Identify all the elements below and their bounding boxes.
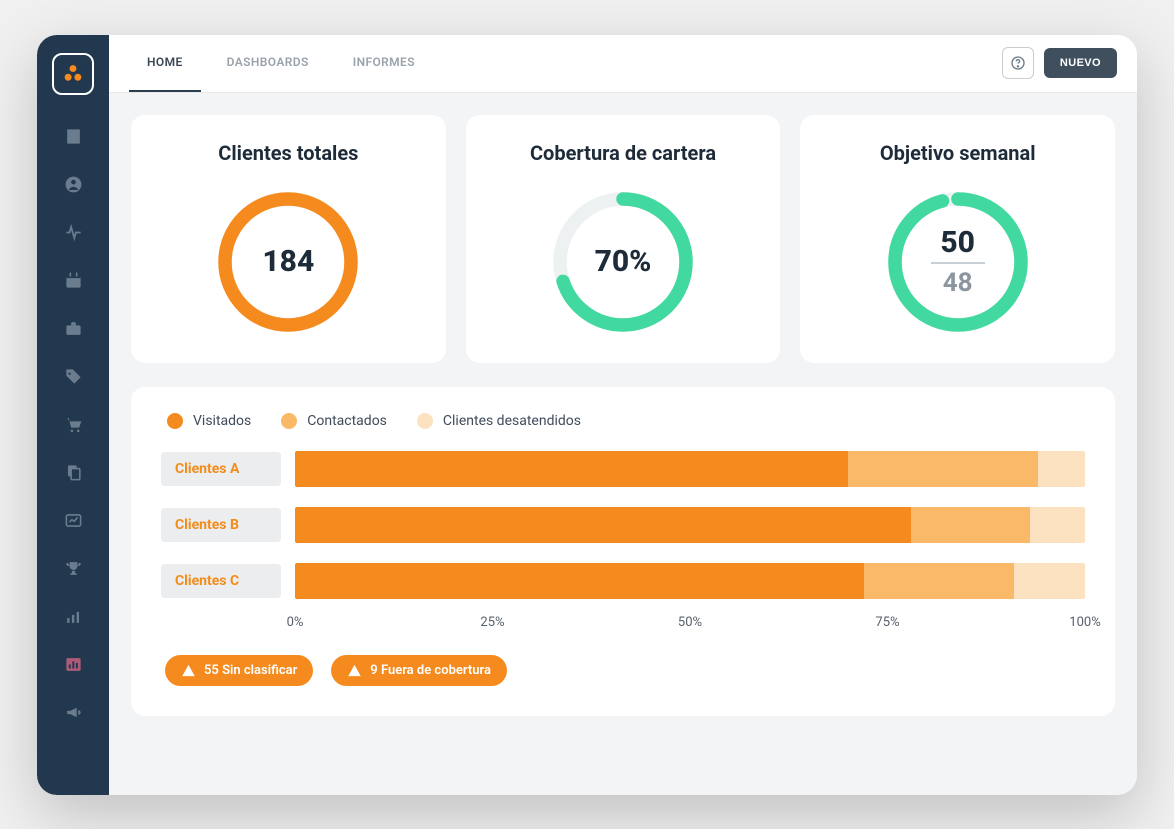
- bar-row: Clientes A: [161, 451, 1085, 487]
- bar-track: [295, 507, 1085, 543]
- main: HOME DASHBOARDS INFORMES NUEVO Clientes …: [109, 35, 1137, 795]
- card-coverage: Cobertura de cartera 70%: [466, 115, 781, 363]
- weekly-target: 50: [940, 225, 975, 260]
- help-icon: [1010, 55, 1026, 71]
- nav-cart-icon[interactable]: [53, 405, 93, 445]
- axis-tick: 50%: [678, 615, 702, 630]
- nav-user-icon[interactable]: [53, 165, 93, 205]
- warning-icon: [347, 663, 362, 678]
- tab-reports[interactable]: INFORMES: [335, 35, 433, 93]
- nav-company-icon[interactable]: [53, 117, 93, 157]
- card-title: Cobertura de cartera: [530, 141, 716, 165]
- app-logo[interactable]: [52, 53, 94, 95]
- bar-segment: [848, 451, 1038, 487]
- bar-label: Clientes B: [161, 508, 281, 542]
- nav-megaphone-icon[interactable]: [53, 693, 93, 733]
- card-title: Objetivo semanal: [880, 141, 1036, 165]
- nav-activity-icon[interactable]: [53, 213, 93, 253]
- nav-trophy-icon[interactable]: [53, 549, 93, 589]
- legend-contacted: Contactados: [281, 413, 387, 429]
- bar-segment: [1014, 563, 1085, 599]
- bar-track: [295, 451, 1085, 487]
- axis-tick: 100%: [1069, 615, 1100, 630]
- x-axis: 0% 25% 50% 75% 100%: [295, 615, 1085, 633]
- stacked-bars: Clientes A Clientes B Clientes C: [161, 451, 1085, 599]
- bar-track: [295, 563, 1085, 599]
- bar-segment: [295, 563, 864, 599]
- bar-label: Clientes C: [161, 564, 281, 598]
- tabs: HOME DASHBOARDS INFORMES: [129, 35, 433, 93]
- nav-bars-icon[interactable]: [53, 597, 93, 637]
- bar-segment: [1030, 507, 1085, 543]
- app-shell: HOME DASHBOARDS INFORMES NUEVO Clientes …: [37, 35, 1137, 795]
- card-total-clients: Clientes totales 184: [131, 115, 446, 363]
- warning-icon: [181, 663, 196, 678]
- bar-label: Clientes A: [161, 452, 281, 486]
- content: Clientes totales 184 Cobertura de carter…: [109, 93, 1137, 795]
- bar-row: Clientes C: [161, 563, 1085, 599]
- weekly-actual: 48: [943, 268, 973, 298]
- bar-segment: [1038, 451, 1085, 487]
- clients-panel: Visitados Contactados Clientes desatendi…: [131, 387, 1115, 716]
- divider: [931, 262, 985, 264]
- bar-segment: [295, 507, 911, 543]
- sidebar: [37, 35, 109, 795]
- axis-tick: 25%: [480, 615, 504, 630]
- card-title: Clientes totales: [218, 141, 358, 165]
- total-clients-value: 184: [262, 244, 314, 279]
- legend-unattended: Clientes desatendidos: [417, 413, 581, 429]
- help-button[interactable]: [1002, 47, 1034, 79]
- nav-tag-icon[interactable]: [53, 357, 93, 397]
- alert-unclassified[interactable]: 55 Sin clasificar: [165, 655, 313, 686]
- dot-icon: [281, 413, 297, 429]
- nav-briefcase-icon[interactable]: [53, 309, 93, 349]
- card-weekly: Objetivo semanal 50 48: [800, 115, 1115, 363]
- dot-icon: [417, 413, 433, 429]
- logo-dots-icon: [60, 61, 86, 87]
- bar-row: Clientes B: [161, 507, 1085, 543]
- nav-copy-icon[interactable]: [53, 453, 93, 493]
- legend-visited: Visitados: [167, 413, 251, 429]
- coverage-value: 70%: [595, 244, 652, 279]
- new-button[interactable]: NUEVO: [1044, 48, 1117, 78]
- tab-home[interactable]: HOME: [129, 35, 201, 93]
- legend: Visitados Contactados Clientes desatendi…: [161, 413, 1085, 429]
- bar-segment: [295, 451, 848, 487]
- dot-icon: [167, 413, 183, 429]
- nav-analytics-icon[interactable]: [53, 645, 93, 685]
- axis-tick: 75%: [875, 615, 899, 630]
- tab-dashboards[interactable]: DASHBOARDS: [209, 35, 327, 93]
- axis-tick: 0%: [287, 615, 304, 630]
- nav-calendar-icon[interactable]: [53, 261, 93, 301]
- alert-out-of-coverage[interactable]: 9 Fuera de cobertura: [331, 655, 507, 686]
- nav-trend-icon[interactable]: [53, 501, 93, 541]
- bar-segment: [864, 563, 1014, 599]
- topbar: HOME DASHBOARDS INFORMES NUEVO: [109, 35, 1137, 93]
- bar-segment: [911, 507, 1030, 543]
